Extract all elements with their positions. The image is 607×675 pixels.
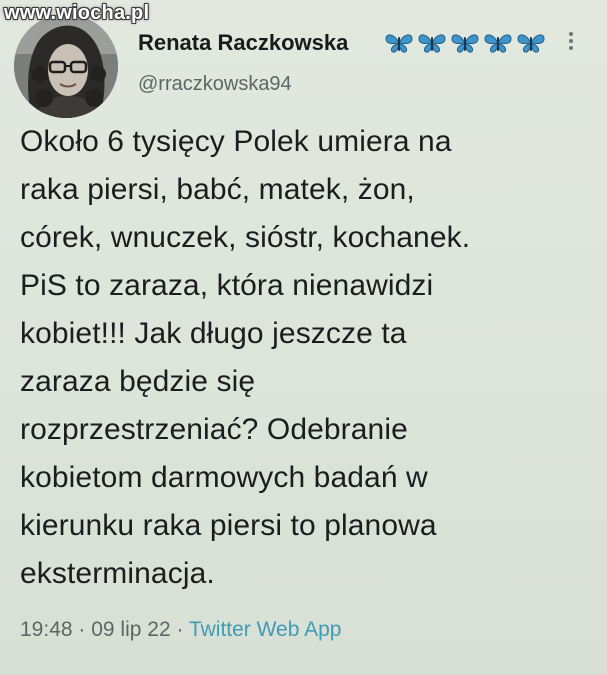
source-app-link[interactable]: Twitter Web App bbox=[189, 618, 342, 641]
tweet-line: kobietom darmowych badań w bbox=[20, 461, 428, 494]
butterfly-icon bbox=[384, 31, 414, 55]
tweet-card: www.wiocha.pl Renata Raczkowska @rraczko… bbox=[0, 0, 607, 675]
name-badges bbox=[384, 31, 546, 55]
tweet-time[interactable]: 19:48 bbox=[20, 618, 73, 641]
watermark: www.wiocha.pl bbox=[4, 2, 150, 24]
tweet-line: rozprzestrzeniać? Odebranie bbox=[20, 413, 408, 446]
butterfly-icon bbox=[450, 31, 480, 55]
tweet-line: eksterminacja. bbox=[20, 557, 215, 590]
tweet-line: kierunku raka piersi to planowa bbox=[20, 509, 437, 542]
tweet-date[interactable]: 09 lip 22 bbox=[91, 618, 170, 641]
meta-separator: · bbox=[170, 618, 189, 641]
display-name[interactable]: Renata Raczkowska bbox=[138, 30, 348, 56]
tweet-text: Około 6 tysięcy Polek umiera na raka pie… bbox=[20, 118, 600, 598]
more-options-icon[interactable] bbox=[566, 30, 576, 54]
user-handle[interactable]: @rraczkowska94 bbox=[138, 73, 292, 96]
tweet-line: PiS to zaraza, która nienawidzi bbox=[20, 269, 434, 302]
butterfly-icon bbox=[483, 31, 513, 55]
tweet-line: córek, wnuczek, sióstr, kochanek. bbox=[20, 221, 471, 254]
tweet-line: zaraza będzie się bbox=[20, 365, 256, 398]
avatar[interactable] bbox=[14, 14, 118, 118]
butterfly-icon bbox=[417, 31, 447, 55]
butterfly-icon bbox=[516, 31, 546, 55]
tweet-line: raka piersi, babć, matek, żon, bbox=[20, 173, 415, 206]
tweet-meta: 19:48 · 09 lip 22 · Twitter Web App bbox=[20, 618, 341, 642]
tweet-line: kobiet!!! Jak długo jeszcze ta bbox=[20, 317, 407, 350]
tweet-line: Około 6 tysięcy Polek umiera na bbox=[20, 125, 452, 158]
meta-separator: · bbox=[72, 618, 92, 641]
